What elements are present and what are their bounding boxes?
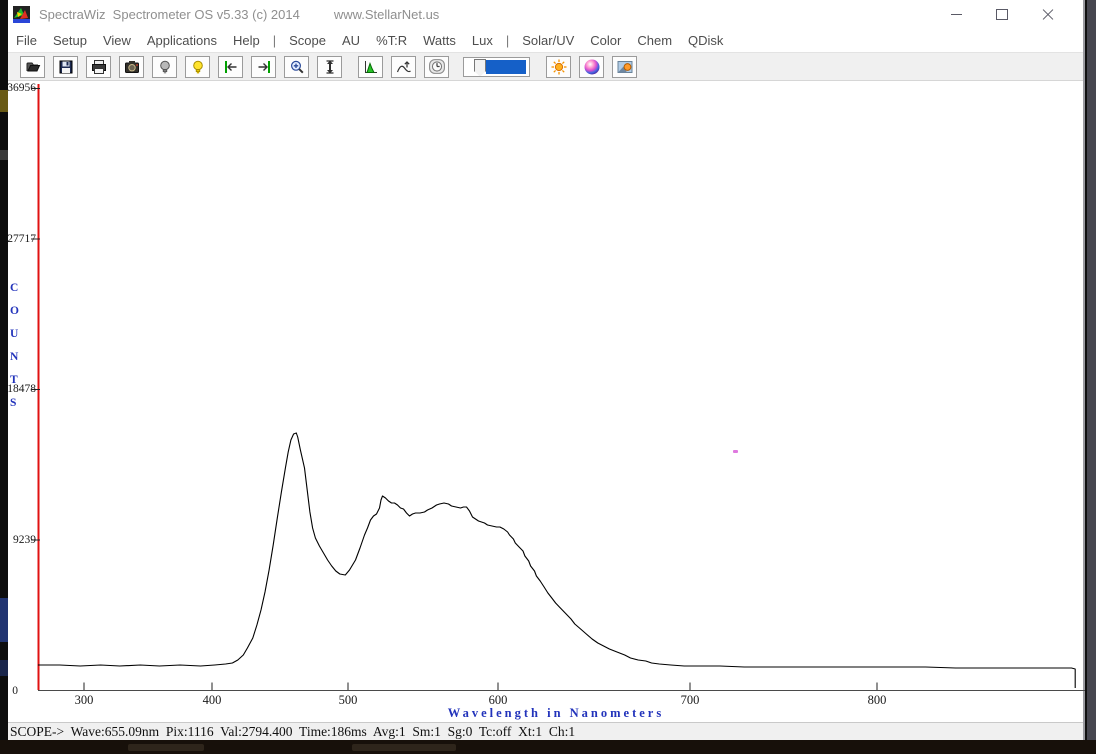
vertical-scale-icon xyxy=(322,59,338,75)
color-sphere-button[interactable] xyxy=(579,56,604,78)
menu-item-help[interactable]: Help xyxy=(225,33,268,48)
status-bar: SCOPE-> Wave:655.09nm Pix:1116 Val:2794.… xyxy=(8,722,1083,741)
window-title: SpectraWiz Spectrometer OS v5.33 (c) 201… xyxy=(39,7,300,22)
menu-bar: FileSetupViewApplicationsHelp|ScopeAU%T:… xyxy=(8,28,1083,53)
folder-open-icon xyxy=(24,59,42,75)
taskbar-remnant xyxy=(0,740,1096,754)
color-sphere-icon xyxy=(583,58,601,76)
menu-item-t-r[interactable]: %T:R xyxy=(368,33,415,48)
menu-item-qdisk[interactable]: QDisk xyxy=(680,33,731,48)
window-title-url: www.StellarNet.us xyxy=(334,7,439,22)
timer-button[interactable] xyxy=(424,56,449,78)
menu-item-lux[interactable]: Lux xyxy=(464,33,501,48)
screen: SpectraWiz Spectrometer OS v5.33 (c) 201… xyxy=(0,0,1096,754)
image-palette-icon xyxy=(616,59,634,75)
arrow-left-to-bar-icon xyxy=(223,59,239,75)
sun-irradiance-button[interactable] xyxy=(546,56,571,78)
printer-icon xyxy=(91,59,107,75)
bulb-off-icon xyxy=(157,59,173,75)
toolbar xyxy=(8,53,1083,81)
menu-item-applications[interactable]: Applications xyxy=(139,33,225,48)
desktop-edge-right xyxy=(1087,0,1096,740)
lamp-on-button[interactable] xyxy=(185,56,210,78)
bulb-on-icon xyxy=(190,59,206,75)
camera-icon xyxy=(124,59,140,75)
close-button[interactable] xyxy=(1025,0,1071,28)
sun-icon xyxy=(551,59,567,75)
menu-item-scope[interactable]: Scope xyxy=(281,33,334,48)
desktop-edge-left xyxy=(0,0,8,740)
view-spectrum-button[interactable] xyxy=(358,56,383,78)
autoscale-y-button[interactable] xyxy=(317,56,342,78)
menu-item-chem[interactable]: Chem xyxy=(629,33,680,48)
zoom-in-button[interactable] xyxy=(284,56,309,78)
snapshot-button[interactable] xyxy=(119,56,144,78)
menu-item-au[interactable]: AU xyxy=(334,33,368,48)
print-button[interactable] xyxy=(86,56,111,78)
peak-up-arrow-icon xyxy=(396,59,412,75)
spectrum-peak-icon xyxy=(363,59,379,75)
integration-time-slider[interactable] xyxy=(463,57,530,77)
slider-fill xyxy=(486,60,526,74)
menu-item-watts[interactable]: Watts xyxy=(415,33,464,48)
lamp-off-button[interactable] xyxy=(152,56,177,78)
arrow-right-to-bar-icon xyxy=(256,59,272,75)
status-text: SCOPE-> Wave:655.09nm Pix:1116 Val:2794.… xyxy=(10,724,575,740)
step-forward-button[interactable] xyxy=(251,56,276,78)
menu-item-solar-uv[interactable]: Solar/UV xyxy=(514,33,582,48)
open-file-button[interactable] xyxy=(20,56,45,78)
menu-item-file[interactable]: File xyxy=(8,33,45,48)
menu-separator: | xyxy=(268,33,281,48)
timer-clock-icon xyxy=(428,58,446,75)
maximize-button[interactable] xyxy=(979,0,1025,28)
save-button[interactable] xyxy=(53,56,78,78)
minimize-button[interactable] xyxy=(933,0,979,28)
menu-item-color[interactable]: Color xyxy=(582,33,629,48)
menu-item-setup[interactable]: Setup xyxy=(45,33,95,48)
menu-separator: | xyxy=(501,33,514,48)
zoom-in-icon xyxy=(289,59,305,75)
window-controls xyxy=(933,0,1083,28)
floppy-save-icon xyxy=(58,59,74,75)
title-bar: SpectraWiz Spectrometer OS v5.33 (c) 201… xyxy=(8,0,1083,28)
app-icon xyxy=(13,6,30,23)
spectrawiz-window: SpectraWiz Spectrometer OS v5.33 (c) 201… xyxy=(8,0,1085,740)
color-image-button[interactable] xyxy=(612,56,637,78)
peak-hold-button[interactable] xyxy=(391,56,416,78)
step-back-button[interactable] xyxy=(218,56,243,78)
slider-thumb[interactable] xyxy=(474,59,486,77)
menu-item-view[interactable]: View xyxy=(95,33,139,48)
